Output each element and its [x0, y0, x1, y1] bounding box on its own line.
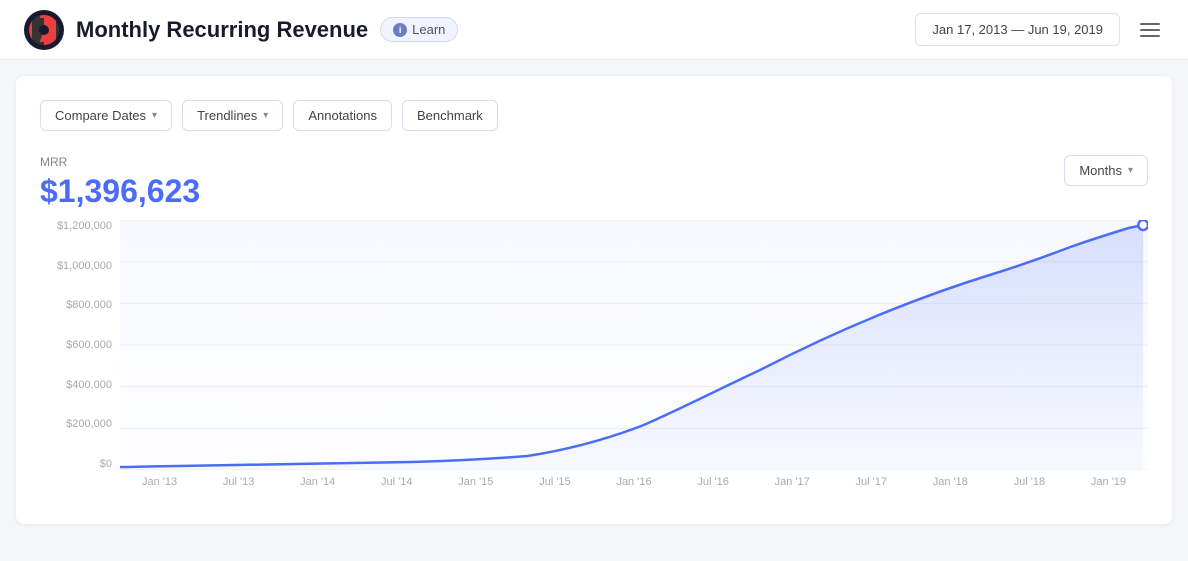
- main-content: Compare Dates ▾ Trendlines ▾ Annotations…: [16, 76, 1172, 524]
- app-header: Monthly Recurring Revenue i Learn Jan 17…: [0, 0, 1188, 60]
- logo: [24, 10, 64, 50]
- chevron-down-icon: ▾: [152, 110, 157, 121]
- y-label: $1,000,000: [40, 260, 112, 272]
- header-right: Jan 17, 2013 — Jun 19, 2019: [915, 13, 1164, 46]
- y-label: $400,000: [40, 379, 112, 391]
- chevron-down-icon: ▾: [1128, 165, 1133, 176]
- metric-value: $1,396,623: [40, 173, 200, 210]
- y-label: $200,000: [40, 418, 112, 430]
- granularity-button[interactable]: Months ▾: [1064, 155, 1148, 186]
- compare-dates-label: Compare Dates: [55, 108, 146, 123]
- trendlines-button[interactable]: Trendlines ▾: [182, 100, 283, 131]
- x-label: Jan '15: [436, 476, 515, 488]
- x-label: Jul '14: [357, 476, 436, 488]
- chart-area: $1,200,000 $1,000,000 $800,000 $600,000 …: [40, 220, 1148, 500]
- toolbar: Compare Dates ▾ Trendlines ▾ Annotations…: [40, 100, 1148, 131]
- y-label: $0: [40, 458, 112, 470]
- date-range[interactable]: Jan 17, 2013 — Jun 19, 2019: [915, 13, 1120, 46]
- x-axis: Jan '13 Jul '13 Jan '14 Jul '14 Jan '15 …: [120, 470, 1148, 500]
- compare-dates-button[interactable]: Compare Dates ▾: [40, 100, 172, 131]
- hamburger-menu-icon[interactable]: [1136, 19, 1164, 41]
- trendlines-label: Trendlines: [197, 108, 257, 123]
- metric-label: MRR: [40, 155, 200, 169]
- logo-icon: [29, 15, 59, 45]
- chart-svg: [120, 220, 1148, 470]
- header-left: Monthly Recurring Revenue i Learn: [24, 10, 458, 50]
- x-label: Jan '17: [753, 476, 832, 488]
- info-icon: i: [393, 23, 407, 37]
- x-label: Jan '14: [278, 476, 357, 488]
- x-label: Jul '16: [674, 476, 753, 488]
- chart-plot: [120, 220, 1148, 470]
- learn-button[interactable]: i Learn: [380, 17, 458, 42]
- learn-label: Learn: [412, 22, 445, 37]
- annotations-button[interactable]: Annotations: [293, 100, 392, 131]
- metric-block: MRR $1,396,623: [40, 155, 200, 210]
- y-label: $1,200,000: [40, 220, 112, 232]
- benchmark-button[interactable]: Benchmark: [402, 100, 498, 131]
- annotations-label: Annotations: [308, 108, 377, 123]
- x-label: Jan '18: [911, 476, 990, 488]
- page-title: Monthly Recurring Revenue: [76, 17, 368, 43]
- x-label: Jan '13: [120, 476, 199, 488]
- x-label: Jul '15: [515, 476, 594, 488]
- x-label: Jan '16: [594, 476, 673, 488]
- chart-header: MRR $1,396,623 Months ▾: [40, 155, 1148, 210]
- benchmark-label: Benchmark: [417, 108, 483, 123]
- chevron-down-icon: ▾: [263, 110, 268, 121]
- x-label: Jul '18: [990, 476, 1069, 488]
- y-label: $800,000: [40, 299, 112, 311]
- chart-end-dot: [1138, 220, 1148, 230]
- granularity-label: Months: [1079, 163, 1122, 178]
- y-axis: $1,200,000 $1,000,000 $800,000 $600,000 …: [40, 220, 120, 470]
- x-label: Jul '13: [199, 476, 278, 488]
- x-label: Jul '17: [832, 476, 911, 488]
- x-label: Jan '19: [1069, 476, 1148, 488]
- y-label: $600,000: [40, 339, 112, 351]
